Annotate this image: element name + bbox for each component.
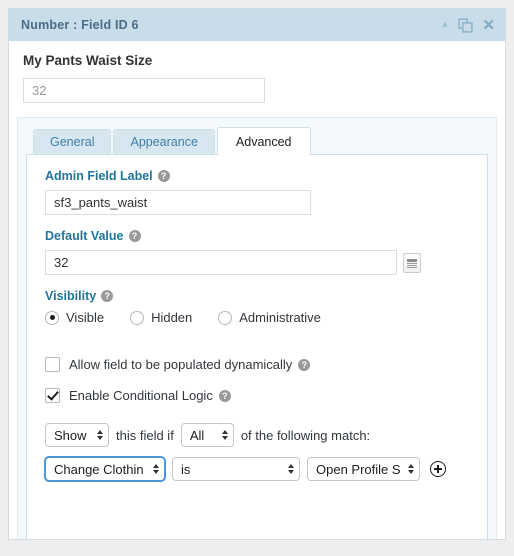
help-icon[interactable]: ? (101, 290, 114, 302)
help-icon[interactable]: ? (298, 358, 311, 371)
rule-value-select[interactable]: Open Profile Se (307, 457, 420, 481)
conditional-action-value: Show (54, 427, 87, 443)
conditional-logic-label: Enable Conditional Logic ? (69, 388, 231, 403)
radio-hidden-label: Hidden (151, 310, 193, 325)
setting-allow-dynamic: Allow field to be populated dynamically … (45, 357, 469, 403)
conditional-logic-checkbox-row[interactable]: Enable Conditional Logic ? (45, 388, 469, 403)
radio-visible-label: Visible (66, 310, 105, 325)
conditional-text-after: of the following match: (240, 427, 371, 443)
plus-circle-icon[interactable] (430, 461, 446, 477)
conditional-match-value: All (189, 427, 205, 443)
merge-tag-icon[interactable] (403, 252, 421, 273)
allow-dynamic-checkbox[interactable] (45, 357, 60, 372)
panel-header: Number : Field ID 6 ▲ ✕ (9, 9, 505, 41)
setting-admin-field-label: Admin Field Label ? (45, 169, 469, 215)
tab-panel-advanced: Admin Field Label ? Default Value ? (26, 154, 488, 539)
conditional-rule-row: Change Clothin is Open Profile Se (45, 457, 469, 481)
help-icon[interactable]: ? (157, 170, 170, 182)
close-icon[interactable]: ✕ (482, 18, 495, 33)
rule-operator-select[interactable]: is (172, 457, 300, 481)
conditional-match-select[interactable]: All (180, 423, 234, 447)
radio-hidden-indicator[interactable] (130, 310, 145, 325)
tab-advanced[interactable]: Advanced (216, 127, 311, 155)
conditional-logic-header-row: Show this field if All of the following … (45, 423, 469, 447)
rule-value-value: Open Profile Se (316, 461, 401, 477)
radio-hidden[interactable]: Hidden (130, 310, 192, 325)
admin-field-label-input[interactable] (45, 190, 311, 215)
rule-field-value: Change Clothin (54, 461, 144, 477)
allow-dynamic-checkbox-row[interactable]: Allow field to be populated dynamically … (45, 357, 469, 372)
field-settings-panel: Number : Field ID 6 ▲ ✕ My Pants Waist S… (8, 8, 506, 540)
preview-field-label: My Pants Waist Size (23, 53, 153, 68)
rule-field-select[interactable]: Change Clothin (45, 457, 165, 481)
conditional-logic-label-text: Enable Conditional Logic (69, 388, 213, 403)
conditional-logic-builder: Show this field if All of the following … (45, 423, 469, 481)
select-arrows-icon (408, 464, 414, 474)
visibility-label: Visibility ? (45, 289, 469, 303)
tab-appearance[interactable]: Appearance (113, 129, 215, 154)
field-preview: My Pants Waist Size (9, 41, 505, 117)
default-value-label-text: Default Value (45, 229, 124, 243)
radio-visible[interactable]: Visible (45, 310, 104, 325)
conditional-action-select[interactable]: Show (45, 423, 109, 447)
default-value-row (45, 250, 469, 275)
duplicate-icon[interactable] (458, 17, 474, 33)
tab-general[interactable]: General (33, 129, 112, 154)
admin-field-label-label: Admin Field Label ? (45, 169, 469, 183)
allow-dynamic-label: Allow field to be populated dynamically … (69, 357, 311, 372)
setting-visibility: Visibility ? Visible Hidden Administrati… (45, 289, 469, 325)
radio-administrative[interactable]: Administrative (218, 310, 321, 325)
conditional-logic-checkbox[interactable] (45, 388, 60, 403)
select-arrows-icon (221, 430, 228, 440)
help-icon[interactable]: ? (218, 389, 231, 402)
radio-administrative-indicator[interactable] (218, 310, 233, 325)
visibility-label-text: Visibility (45, 289, 97, 303)
help-icon[interactable]: ? (128, 230, 141, 242)
preview-number-input[interactable] (23, 78, 265, 103)
allow-dynamic-label-text: Allow field to be populated dynamically (69, 357, 293, 372)
default-value-label: Default Value ? (45, 229, 469, 243)
visibility-radio-group: Visible Hidden Administrative (45, 310, 469, 325)
tab-strip: General Appearance Advanced (33, 126, 488, 155)
radio-administrative-label: Administrative (239, 310, 321, 325)
conditional-text-before: this field if (116, 427, 174, 443)
select-arrows-icon (153, 464, 159, 474)
page-title: Number : Field ID 6 (21, 18, 139, 32)
radio-visible-indicator[interactable] (45, 310, 59, 325)
setting-default-value: Default Value ? (45, 229, 469, 275)
select-arrows-icon (288, 464, 294, 474)
select-arrows-icon (97, 430, 103, 440)
admin-field-label-text: Admin Field Label (45, 169, 153, 183)
settings-container: General Appearance Advanced Admin Field … (17, 117, 497, 539)
default-value-input[interactable] (45, 250, 397, 275)
header-icon-group: ▲ ✕ (441, 18, 496, 33)
caret-up-icon[interactable]: ▲ (441, 19, 450, 31)
rule-operator-value: is (181, 461, 191, 477)
